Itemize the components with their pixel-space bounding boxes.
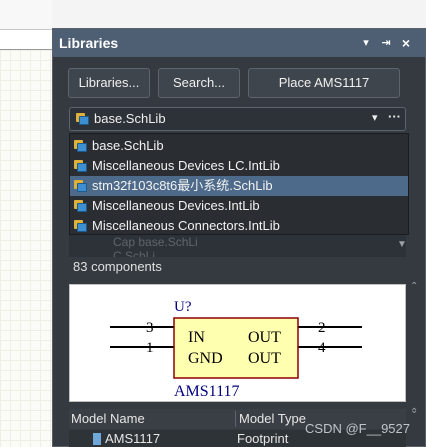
model-type-cell: Footprint [237,431,289,446]
panel-menu-button[interactable]: ▾ [359,29,373,57]
dropdown-item-misc-devices[interactable]: Miscellaneous Devices.IntLib [70,196,408,216]
pin-number: 1 [146,340,154,356]
dropdown-item-misc-connectors[interactable]: Miscellaneous Connectors.IntLib [70,216,408,236]
footprint-icon [93,433,101,445]
pin-number: 2 [318,320,326,336]
watermark-text: CSDN @F__9527 [305,421,410,436]
pin-name-in: IN [188,329,205,346]
component-name-label: AMS1117 [174,383,240,400]
component-list[interactable]: Cap base.SchLi C SchLi [69,235,406,257]
more-options-icon[interactable]: ··· [388,109,401,124]
schematic-canvas[interactable] [0,0,52,447]
pin-number: 4 [318,340,326,356]
symbol-body [173,317,299,379]
scroll-down-icon[interactable]: ▼ [397,239,407,250]
scroll-up-icon[interactable]: ⌃ [410,281,418,292]
dropdown-item-label: stm32f103c8t6最小系统.SchLib [92,178,273,193]
panel-close-button[interactable]: × [399,29,413,57]
libraries-panel: Libraries ▾ ⇥ × Libraries... Search... P… [52,28,426,447]
libraries-button[interactable]: Libraries... [68,68,150,98]
library-select-value: base.SchLib [94,111,166,126]
chevron-down-icon[interactable]: ▾ [372,111,378,124]
panel-title: Libraries [59,35,119,51]
symbol-preview: U? 3 1 2 4 IN GND OUT OUT AMS1117 [69,284,406,402]
canvas-tab-strip [0,30,52,50]
library-icon [74,140,87,152]
scroll-up-icon[interactable]: ⌃ [410,407,418,418]
search-button[interactable]: Search... [158,68,240,98]
dropdown-item-misc-devices-lc[interactable]: Miscellaneous Devices LC.IntLib [70,156,408,176]
column-model-name[interactable]: Model Name [69,409,145,429]
panel-pin-button[interactable]: ⇥ [379,29,393,57]
library-icon [74,220,87,232]
dropdown-item-label: base.SchLib [92,138,164,153]
dropdown-item-label: Miscellaneous Connectors.IntLib [92,218,280,233]
pin-name-out: OUT [248,329,281,346]
dropdown-item-label: Miscellaneous Devices LC.IntLib [92,158,280,173]
library-icon [74,180,87,192]
component-count: 83 components [73,259,162,274]
library-icon [76,113,89,125]
designator-label: U? [174,299,192,315]
column-model-type[interactable]: Model Type [237,409,306,429]
column-divider[interactable] [235,411,236,427]
dropdown-item-stm32-schlib[interactable]: stm32f103c8t6最小系统.SchLib [70,176,408,196]
canvas-top-bar [0,0,52,30]
library-select[interactable]: base.SchLib ▾ ··· [69,107,406,131]
place-component-button[interactable]: Place AMS1117 [248,68,400,98]
dropdown-item-base-schlib[interactable]: base.SchLib [70,136,408,156]
list-item[interactable]: Cap base.SchLi [113,235,406,249]
pin-number: 3 [146,320,154,336]
model-name-cell: AMS1117 [105,431,161,446]
panel-title-bar: Libraries ▾ ⇥ × [53,29,425,57]
pin-name-out: OUT [248,350,281,367]
pin-name-gnd: GND [188,350,223,367]
library-icon [74,160,87,172]
schematic-symbol: U? 3 1 2 4 IN GND OUT OUT AMS1117 [110,299,362,400]
dropdown-item-label: Miscellaneous Devices.IntLib [92,198,260,213]
list-item[interactable]: C SchLi [113,249,406,257]
library-dropdown-list: base.SchLib Miscellaneous Devices LC.Int… [69,133,409,235]
library-icon [74,200,87,212]
